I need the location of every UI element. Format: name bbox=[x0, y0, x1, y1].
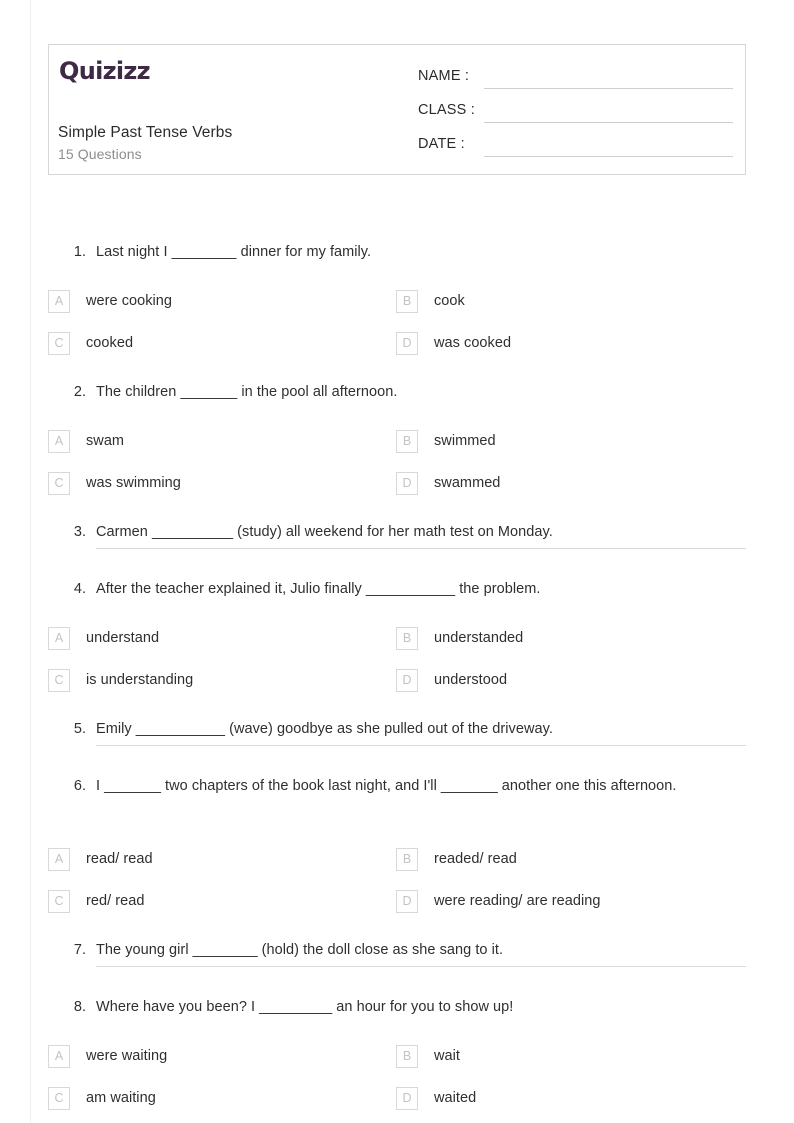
answer-option-letter-box[interactable]: B bbox=[396, 290, 418, 313]
answer-option-text: red/ read bbox=[86, 893, 145, 909]
question-text: After the teacher explained it, Julio fi… bbox=[96, 581, 541, 597]
answer-option-letter-box[interactable]: C bbox=[48, 1087, 70, 1110]
question-number: 7. bbox=[73, 942, 86, 958]
answer-write-in-line[interactable] bbox=[96, 966, 746, 967]
answer-option-letter-box[interactable]: D bbox=[396, 472, 418, 495]
question-text: The young girl ________ (hold) the doll … bbox=[96, 942, 504, 958]
answer-option-text: read/ read bbox=[86, 851, 153, 867]
question-number: 8. bbox=[73, 999, 86, 1015]
date-field-label: DATE : bbox=[418, 136, 465, 152]
answer-option-letter-box[interactable]: D bbox=[396, 669, 418, 692]
question-text: Last night I ________ dinner for my fami… bbox=[96, 244, 372, 260]
answer-option-letter-box[interactable]: B bbox=[396, 430, 418, 453]
class-field-label: CLASS : bbox=[418, 102, 476, 118]
answer-option-text: were waiting bbox=[86, 1048, 168, 1064]
answer-option-text: swimmed bbox=[434, 433, 496, 449]
class-field-input-line[interactable] bbox=[484, 122, 733, 123]
answer-option-letter-box[interactable]: C bbox=[48, 890, 70, 913]
answer-option-text: understanded bbox=[434, 630, 524, 646]
answer-option-text: were reading/ are reading bbox=[434, 893, 601, 909]
page-edge-divider bbox=[30, 0, 31, 1123]
name-field-label: NAME : bbox=[418, 68, 470, 84]
question-number: 4. bbox=[73, 581, 86, 597]
name-field-input-line[interactable] bbox=[484, 88, 733, 89]
question-text: Where have you been? I _________ an hour… bbox=[96, 999, 514, 1015]
answer-option-text: readed/ read bbox=[434, 851, 517, 867]
answer-option-letter-box[interactable]: C bbox=[48, 332, 70, 355]
question-number: 2. bbox=[73, 384, 86, 400]
answer-option-letter-box[interactable]: C bbox=[48, 472, 70, 495]
answer-option-letter-box[interactable]: A bbox=[48, 290, 70, 313]
answer-option-text: am waiting bbox=[86, 1090, 156, 1106]
question-text: The children _______ in the pool all aft… bbox=[96, 384, 398, 400]
answer-option-text: understood bbox=[434, 672, 508, 688]
answer-option-text: cooked bbox=[86, 335, 134, 351]
worksheet-page: Quizizz Simple Past Tense Verbs 15 Quest… bbox=[0, 0, 794, 1123]
answer-option-text: swammed bbox=[434, 475, 501, 491]
answer-option-letter-box[interactable]: B bbox=[396, 848, 418, 871]
date-field-input-line[interactable] bbox=[484, 156, 733, 157]
question-number: 3. bbox=[73, 524, 86, 540]
question-count-label: 15 Questions bbox=[58, 146, 142, 162]
question-text: Carmen __________ (study) all weekend fo… bbox=[96, 524, 553, 540]
answer-option-letter-box[interactable]: A bbox=[48, 430, 70, 453]
answer-option-letter-box[interactable]: D bbox=[396, 890, 418, 913]
answer-option-text: cook bbox=[434, 293, 465, 309]
answer-option-letter-box[interactable]: B bbox=[396, 627, 418, 650]
answer-option-letter-box[interactable]: A bbox=[48, 848, 70, 871]
answer-option-text: was swimming bbox=[86, 475, 181, 491]
answer-option-text: understand bbox=[86, 630, 160, 646]
answer-option-letter-box[interactable]: B bbox=[396, 1045, 418, 1068]
question-text: I _______ two chapters of the book last … bbox=[96, 778, 677, 794]
answer-write-in-line[interactable] bbox=[96, 745, 746, 746]
question-text: Emily ___________ (wave) goodbye as she … bbox=[96, 721, 553, 737]
answer-option-letter-box[interactable]: D bbox=[396, 1087, 418, 1110]
answer-option-letter-box[interactable]: C bbox=[48, 669, 70, 692]
answer-option-letter-box[interactable]: A bbox=[48, 1045, 70, 1068]
answer-option-letter-box[interactable]: D bbox=[396, 332, 418, 355]
question-number: 1. bbox=[73, 244, 86, 260]
question-number: 5. bbox=[73, 721, 86, 737]
answer-option-letter-box[interactable]: A bbox=[48, 627, 70, 650]
answer-option-text: waited bbox=[434, 1090, 477, 1106]
answer-option-text: wait bbox=[434, 1048, 460, 1064]
answer-option-text: swam bbox=[86, 433, 125, 449]
answer-option-text: were cooking bbox=[86, 293, 173, 309]
quizizz-logo: Quizizz bbox=[59, 57, 151, 85]
answer-write-in-line[interactable] bbox=[96, 548, 746, 549]
answer-option-text: was cooked bbox=[434, 335, 512, 351]
answer-option-text: is understanding bbox=[86, 672, 194, 688]
question-number: 6. bbox=[73, 778, 86, 794]
page-title: Simple Past Tense Verbs bbox=[58, 124, 233, 141]
